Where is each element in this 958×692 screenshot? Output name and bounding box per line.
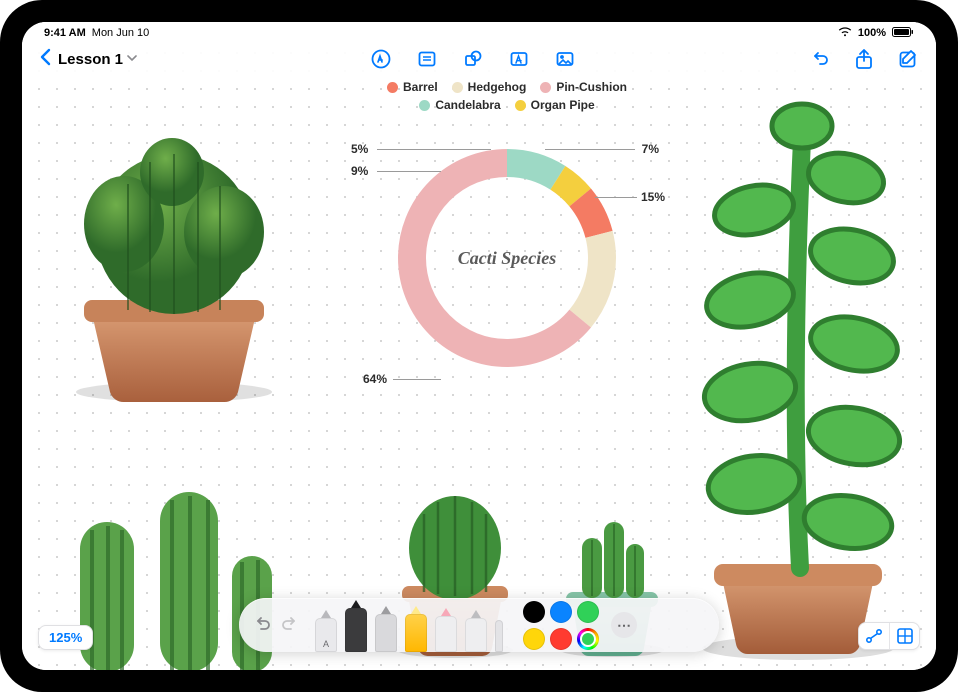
grid-toggle[interactable] xyxy=(889,623,919,649)
drawing-tool-palette: A ⋯ xyxy=(239,598,719,652)
compose-button[interactable] xyxy=(896,47,920,71)
chart-legend: Barrel Hedgehog Pin-Cushion Candelabra O… xyxy=(362,80,652,112)
tool-pen[interactable] xyxy=(345,608,367,652)
legend-item: Organ Pipe xyxy=(515,98,595,112)
zoom-level-button[interactable]: 125% xyxy=(38,625,93,650)
color-picker-button[interactable] xyxy=(577,628,599,650)
chart-label-hedgehog: 15% xyxy=(641,190,665,204)
wifi-icon xyxy=(838,27,852,40)
color-green[interactable] xyxy=(577,601,599,623)
document-title-dropdown[interactable]: Lesson 1 xyxy=(58,51,137,68)
donut-chart[interactable]: Barrel Hedgehog Pin-Cushion Candelabra O… xyxy=(352,80,662,378)
tool-eraser[interactable] xyxy=(435,616,457,652)
tool-highlighter[interactable] xyxy=(405,614,427,652)
chart-label-pincushion: 64% xyxy=(363,372,387,386)
legend-item: Pin-Cushion xyxy=(540,80,627,94)
draw-tool-button[interactable] xyxy=(369,47,393,71)
leader-line xyxy=(595,197,637,198)
legend-dot-icon xyxy=(515,100,526,111)
tool-marker[interactable] xyxy=(375,614,397,652)
palette-redo-button[interactable] xyxy=(279,614,301,636)
legend-dot-icon xyxy=(419,100,430,111)
status-date: Mon Jun 10 xyxy=(92,27,149,39)
legend-dot-icon xyxy=(540,82,551,93)
top-toolbar: Lesson 1 xyxy=(22,42,936,76)
connectors-toggle[interactable] xyxy=(859,623,889,649)
status-time: 9:41 AM xyxy=(44,27,86,39)
color-red[interactable] xyxy=(550,628,572,650)
color-blue[interactable] xyxy=(550,601,572,623)
battery-icon xyxy=(892,27,914,40)
chevron-down-icon xyxy=(127,54,137,65)
legend-item: Hedgehog xyxy=(452,80,527,94)
legend-dot-icon xyxy=(387,82,398,93)
leader-line xyxy=(393,379,441,380)
color-swatches xyxy=(523,601,599,650)
media-button[interactable] xyxy=(553,47,577,71)
leader-line xyxy=(545,149,635,150)
share-button[interactable] xyxy=(852,47,876,71)
leader-line xyxy=(377,149,491,150)
legend-dot-icon xyxy=(452,82,463,93)
battery-percent: 100% xyxy=(858,27,886,39)
tool-lasso[interactable] xyxy=(465,618,487,652)
chart-label-organpipe: 5% xyxy=(351,142,368,156)
document-title-text: Lesson 1 xyxy=(58,51,123,68)
back-button[interactable] xyxy=(38,48,52,70)
color-black[interactable] xyxy=(523,601,545,623)
palette-undo-button[interactable] xyxy=(251,614,273,636)
undo-button[interactable] xyxy=(808,47,832,71)
status-bar: 9:41 AM Mon Jun 10 100% xyxy=(22,22,936,42)
chart-label-barrel: 7% xyxy=(642,142,659,156)
palette-more-button[interactable]: ⋯ xyxy=(611,612,637,638)
zoom-level-text: 125% xyxy=(49,630,82,645)
pen-tray: A xyxy=(315,598,503,652)
color-yellow[interactable] xyxy=(523,628,545,650)
text-box-button[interactable] xyxy=(507,47,531,71)
legend-item: Barrel xyxy=(387,80,438,94)
view-mode-segmented xyxy=(858,622,920,650)
shapes-button[interactable] xyxy=(461,47,485,71)
legend-item: Candelabra xyxy=(419,98,500,112)
leader-line xyxy=(377,171,441,172)
chart-label-candelabra: 9% xyxy=(351,164,368,178)
chart-title: Cacti Species xyxy=(387,138,627,378)
drawing-tall-succulent[interactable] xyxy=(676,92,916,662)
tool-text-pen[interactable]: A xyxy=(315,618,337,652)
sticky-note-button[interactable] xyxy=(415,47,439,71)
tool-ruler[interactable] xyxy=(495,620,503,652)
image-barrel-cactus[interactable] xyxy=(54,114,294,404)
